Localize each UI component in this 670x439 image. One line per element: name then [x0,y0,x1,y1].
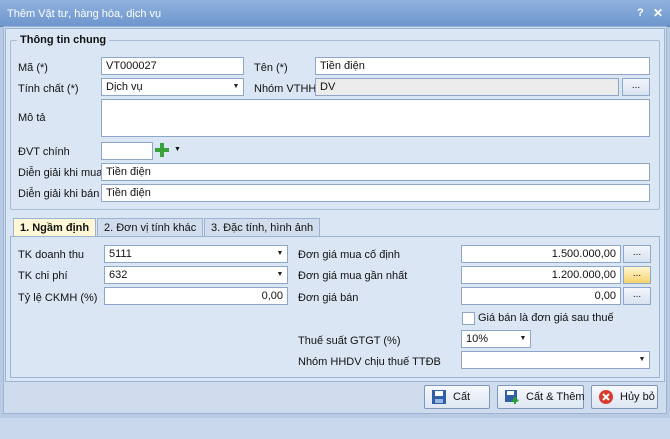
tinhchat-select[interactable]: Dịch vụ ▼ [101,78,244,96]
ten-input[interactable]: Tiền điện [315,57,650,75]
cancel-label: Hủy bỏ [620,391,655,403]
don-gia-mua-co-dinh-input[interactable]: 1.500.000,00 [461,245,621,263]
gia-ban-sau-thue-checkbox[interactable] [462,312,475,325]
gia-ban-sau-thue-label: Giá bán là đơn giá sau thuế [478,312,614,324]
ma-label: Mã (*) [18,62,48,74]
save-button[interactable]: Cất [424,385,490,409]
dgban-input[interactable]: Tiền điện [101,184,650,202]
nhom-hhdv-label: Nhóm HHDV chịu thuế TTĐB [298,356,441,368]
cancel-icon [599,390,613,404]
dgban-label: Diễn giải khi bán [18,188,100,200]
tk-doanh-thu-value: 5111 [109,248,132,260]
dvt-label: ĐVT chính [18,146,70,158]
tab-don-vi-tinh-khac[interactable]: 2. Đơn vị tính khác [97,218,204,236]
general-info-title: Thông tin chung [17,34,110,46]
dvt-chevron-down-icon[interactable]: ▼ [174,146,181,153]
tab-dac-tinh-hinh-anh[interactable]: 3. Đặc tính, hình ảnh [204,218,321,236]
tk-chi-phi-value: 632 [109,269,128,281]
ten-label: Tên (*) [254,62,288,74]
don-gia-ban-input[interactable]: 0,00 [461,287,621,305]
save-and-add-label: Cất & Thêm [526,391,585,403]
nhom-hhdv-select[interactable]: ▼ [461,351,650,369]
ty-le-ckmh-label: Tỷ lệ CKMH (%) [18,292,98,304]
don-gia-ban-label: Đơn giá bán [298,292,359,304]
save-icon [432,390,446,404]
nhom-vthh-input[interactable]: DV [315,78,619,96]
close-icon[interactable]: ✕ [653,6,663,20]
dgmua-input[interactable]: Tiền điện [101,163,650,181]
mota-textarea[interactable] [101,99,650,137]
mota-label: Mô tả [18,112,46,124]
chevron-down-icon[interactable]: ▼ [273,267,287,283]
chevron-down-icon[interactable]: ▼ [516,331,530,347]
don-gia-mua-co-dinh-browse-button[interactable]: ... [623,245,651,263]
thue-suat-value: 10% [466,333,489,345]
don-gia-mua-gan-nhat-browse-button[interactable]: ... [623,266,651,284]
ma-input[interactable]: VT000027 [101,57,244,75]
tk-chi-phi-select[interactable]: 632 ▼ [104,266,288,284]
tab-ngam-dinh[interactable]: 1. Ngầm định [13,218,97,237]
tk-doanh-thu-label: TK doanh thu [18,249,85,261]
thue-suat-select[interactable]: 10% ▼ [461,330,531,348]
tk-doanh-thu-select[interactable]: 5111 ▼ [104,245,288,263]
help-icon[interactable]: ? [637,7,644,19]
window-title: Thêm Vật tư, hàng hóa, dịch vụ [7,8,162,20]
save-and-add-button[interactable]: Cất & Thêm [497,385,585,409]
cancel-button[interactable]: Hủy bỏ [591,385,658,409]
save-add-icon [505,390,519,404]
thue-suat-label: Thuế suất GTGT (%) [298,335,401,347]
chevron-down-icon[interactable]: ▼ [273,246,287,262]
don-gia-mua-co-dinh-label: Đơn giá mua cố định [298,249,400,261]
dgmua-label: Diễn giải khi mua [18,167,103,179]
don-gia-ban-browse-button[interactable]: ... [623,287,651,305]
tk-chi-phi-label: TK chi phí [18,270,68,282]
don-gia-mua-gan-nhat-label: Đơn giá mua gần nhất [298,270,408,282]
ty-le-ckmh-input[interactable]: 0,00 [104,287,288,305]
chevron-down-icon[interactable]: ▼ [229,79,243,95]
add-icon[interactable] [154,142,170,158]
title-bar: Thêm Vật tư, hàng hóa, dịch vụ ? ✕ [0,0,670,27]
don-gia-mua-gan-nhat-input[interactable]: 1.200.000,00 [461,266,621,284]
dvt-input[interactable] [101,142,153,160]
tinhchat-label: Tính chất (*) [18,83,79,95]
save-label: Cất [453,391,471,403]
nhom-vthh-browse-button[interactable]: ... [622,78,650,96]
tinhchat-value: Dịch vụ [106,81,143,93]
nhom-vthh-label: Nhóm VTHH [254,83,317,95]
chevron-down-icon[interactable]: ▼ [635,352,649,368]
status-strip [0,418,670,439]
